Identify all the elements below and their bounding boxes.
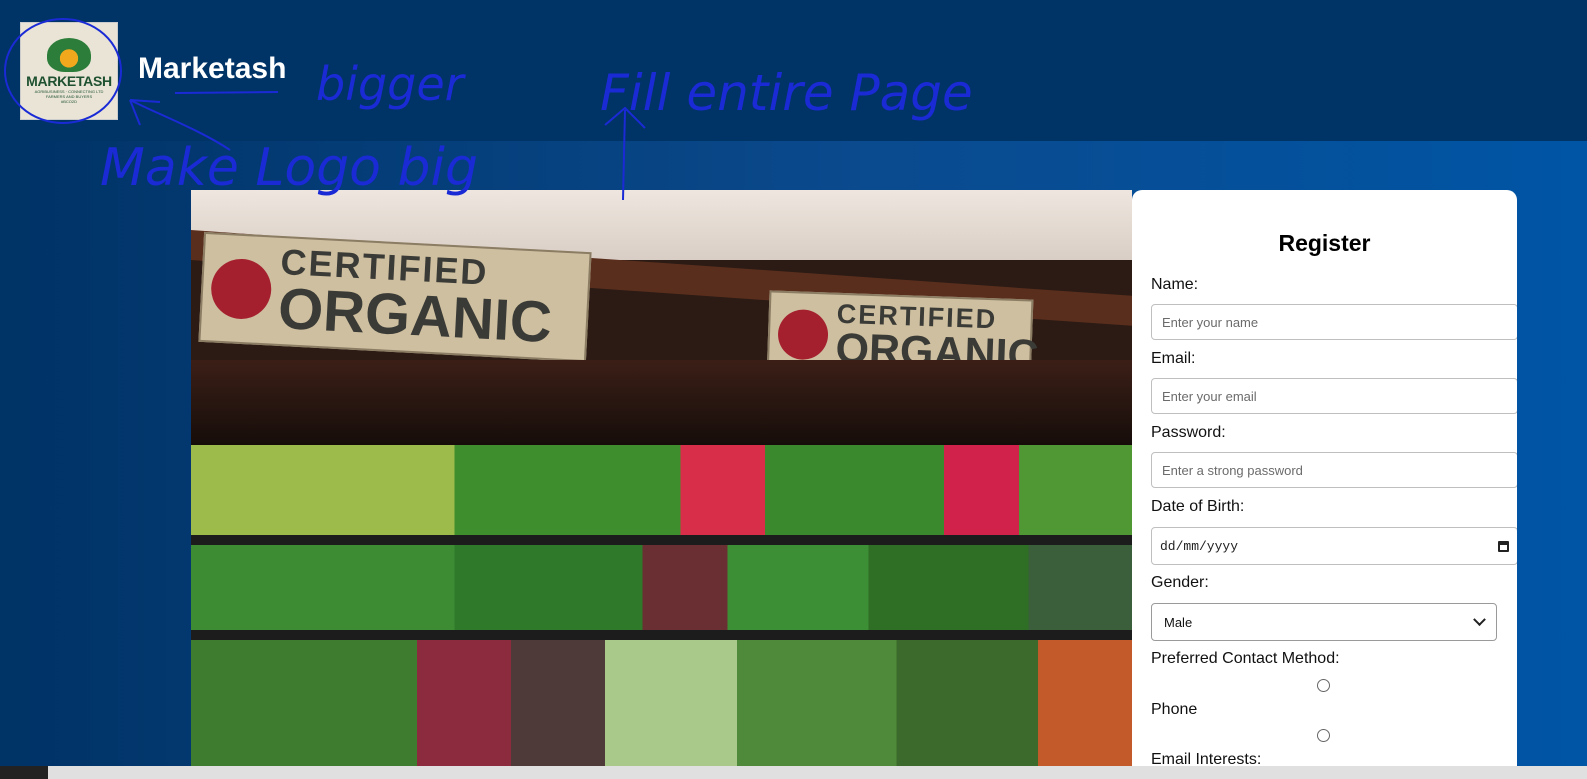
contact-radio-1[interactable] bbox=[1317, 679, 1330, 692]
password-input[interactable] bbox=[1151, 452, 1517, 488]
email-input[interactable] bbox=[1151, 378, 1517, 414]
password-label: Password: bbox=[1151, 424, 1226, 441]
produce-row-bottom bbox=[191, 640, 1132, 779]
contact-option-phone: Phone bbox=[1151, 701, 1198, 718]
produce-row-top bbox=[191, 445, 1132, 545]
shelf-rail bbox=[191, 630, 1132, 640]
calendar-icon[interactable] bbox=[1498, 540, 1509, 552]
organic-seal-icon bbox=[777, 308, 829, 360]
organic-sign-left: CERTIFIED ORGANIC bbox=[198, 231, 592, 363]
organic-seal-icon bbox=[209, 257, 273, 321]
contact-method-label: Preferred Contact Method: bbox=[1151, 650, 1340, 667]
chevron-down-icon bbox=[1473, 612, 1486, 626]
name-label: Name: bbox=[1151, 276, 1199, 293]
dob-input[interactable]: dd/mm/yyyy bbox=[1151, 527, 1517, 565]
logo-brand-text: MARKETASH bbox=[26, 73, 112, 89]
logo-code: #BCO2D bbox=[60, 99, 77, 104]
gender-label: Gender: bbox=[1151, 574, 1209, 591]
shelf-rail bbox=[191, 535, 1132, 545]
dob-label: Date of Birth: bbox=[1151, 498, 1245, 515]
dob-value: dd/mm/yyyy bbox=[1160, 538, 1239, 554]
gender-selected-value: Male bbox=[1164, 614, 1193, 630]
shelf-canopy bbox=[191, 360, 1132, 450]
produce-row-middle bbox=[191, 545, 1132, 635]
gender-select[interactable]: Male bbox=[1151, 603, 1497, 641]
site-title[interactable]: Marketash bbox=[138, 52, 286, 86]
site-header: MARKETASH AGRIBUSINESS · CONNECTING LTD … bbox=[0, 0, 1587, 141]
name-input[interactable] bbox=[1151, 304, 1517, 340]
form-title: Register bbox=[1278, 230, 1371, 256]
sign-line-2: ORGANIC bbox=[276, 275, 554, 356]
contact-radio-2[interactable] bbox=[1317, 729, 1330, 742]
handshake-emblem-icon bbox=[47, 38, 91, 72]
register-form: Register Name: Email: Password: Date of … bbox=[1132, 190, 1517, 779]
email-label: Email: bbox=[1151, 350, 1196, 367]
hero-produce-image: CERTIFIED ORGANIC CERTIFIED ORGANIC bbox=[191, 190, 1132, 779]
horizontal-scrollbar[interactable] bbox=[0, 766, 1587, 779]
scrollbar-track[interactable] bbox=[48, 766, 1587, 779]
marketash-logo[interactable]: MARKETASH AGRIBUSINESS · CONNECTING LTD … bbox=[20, 22, 118, 120]
